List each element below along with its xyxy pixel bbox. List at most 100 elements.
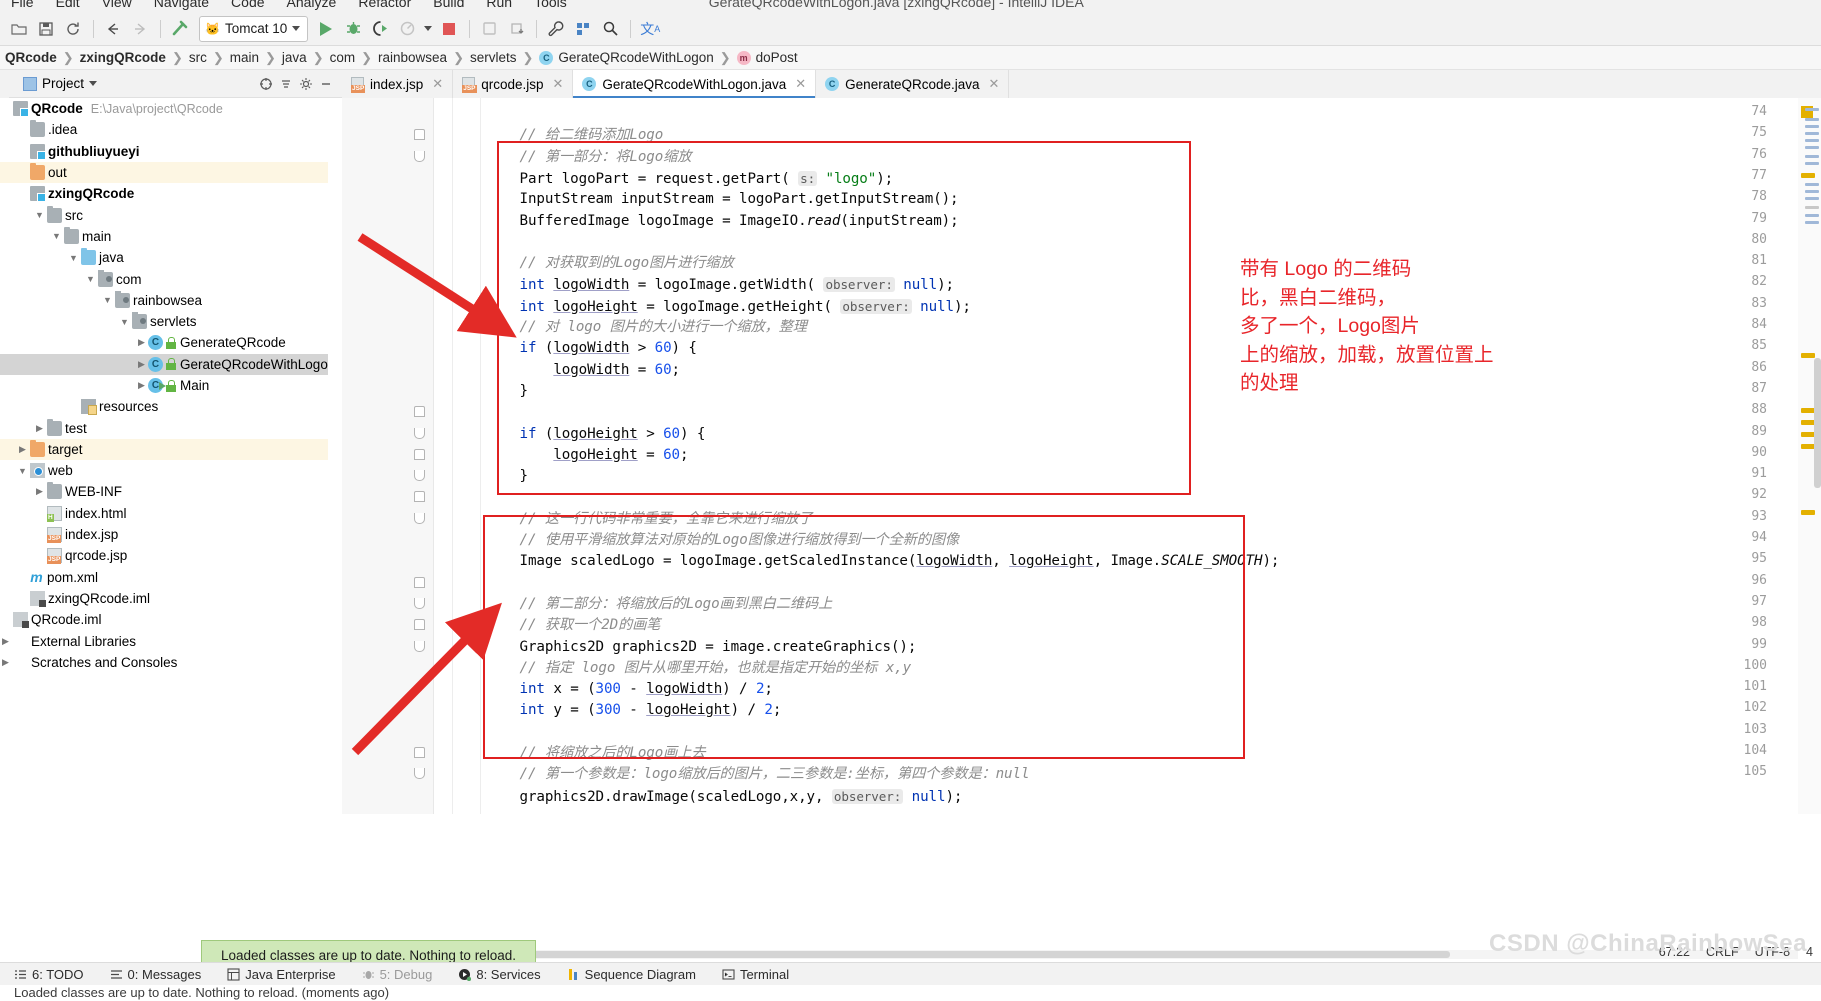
code-fold-marker[interactable]: [414, 598, 425, 609]
tree-node-zxingqrcode[interactable]: zxingQRcode: [0, 183, 328, 204]
menu-item-file[interactable]: File: [0, 0, 45, 10]
arrow-left-icon[interactable]: [100, 16, 126, 42]
code-line[interactable]: }: [452, 466, 528, 487]
folder-open-icon[interactable]: [6, 16, 32, 42]
tree-node-web[interactable]: ▼web: [0, 460, 328, 481]
tree-node-com[interactable]: ▼com: [0, 268, 328, 289]
chevron-down-icon[interactable]: ▼: [67, 253, 80, 263]
run-with-coverage-icon[interactable]: [367, 16, 393, 42]
breadcrumb-item-src[interactable]: src: [184, 50, 212, 65]
menu-item-code[interactable]: Code: [220, 0, 275, 10]
menu-item-view[interactable]: View: [91, 0, 143, 10]
warning-marker[interactable]: [1801, 173, 1815, 178]
hammer-icon[interactable]: [167, 16, 193, 42]
run-configuration-selector[interactable]: 🐱 Tomcat 10: [199, 16, 308, 42]
tree-node-out[interactable]: out: [0, 162, 328, 183]
close-icon[interactable]: ✕: [795, 76, 806, 92]
tab-generateqrcode-java[interactable]: C GenerateQRcode.java ✕: [816, 70, 1009, 98]
code-line[interactable]: if (logoWidth > 60) {: [452, 338, 697, 359]
breadcrumb-item-zxingqrcode[interactable]: zxingQRcode: [75, 50, 171, 65]
tab-qrcode-jsp[interactable]: JSP qrcode.jsp ✕: [453, 70, 573, 98]
code-line[interactable]: BufferedImage logoImage = ImageIO.read(i…: [452, 211, 959, 232]
breadcrumb-item-servlets[interactable]: servlets: [465, 50, 522, 65]
menu-item-navigate[interactable]: Navigate: [143, 0, 220, 10]
code-fold-marker[interactable]: [414, 151, 425, 162]
tree-node-external-libraries[interactable]: ▶External Libraries: [0, 630, 328, 651]
breadcrumb-item-qrcode[interactable]: QRcode: [0, 50, 62, 65]
minimize-icon[interactable]: [316, 74, 336, 94]
code-line[interactable]: Image scaledLogo = logoImage.getScaledIn…: [452, 551, 1279, 572]
status-item-messages[interactable]: 0: Messages: [110, 967, 202, 982]
profiler-dropdown-icon[interactable]: [421, 16, 435, 42]
code-line[interactable]: // 第一个参数是：logo缩放后的图片，二三参数是:坐标，第四个参数是：nul…: [452, 764, 1029, 785]
code-fold-marker[interactable]: [414, 129, 425, 140]
breadcrumb-item-method[interactable]: m doPost: [732, 50, 803, 65]
editor-scrollbar-thumb[interactable]: [1814, 358, 1821, 488]
chevron-down-icon[interactable]: ▼: [118, 317, 131, 327]
code-line[interactable]: // 对获取到的Logo图片进行缩放: [452, 253, 734, 274]
status-item-services[interactable]: 8: Services: [458, 967, 540, 982]
code-line[interactable]: Part logoPart = request.getPart( s: "log…: [452, 168, 893, 190]
code-line[interactable]: Graphics2D graphics2D = image.createGrap…: [452, 637, 916, 658]
tree-node-githubliuyueyi[interactable]: githubliuyueyi: [0, 141, 328, 162]
code-fold-marker[interactable]: [414, 513, 425, 524]
run-play-icon[interactable]: [313, 16, 339, 42]
chevron-right-icon[interactable]: ▶: [33, 486, 46, 497]
code-line[interactable]: // 使用平滑缩放算法对原始的Logo图像进行缩放得到一个全新的图像: [452, 530, 959, 551]
chevron-down-icon[interactable]: ▼: [84, 274, 97, 284]
code-line[interactable]: // 获取一个2D的画笔: [452, 615, 660, 636]
chevron-down-icon[interactable]: [292, 26, 300, 31]
project-tree[interactable]: QRcodeE:\Java\project\QRcode.ideagithubl…: [0, 98, 328, 814]
menu-item-analyze[interactable]: Analyze: [276, 0, 348, 10]
tree-node-qrcode[interactable]: QRcodeE:\Java\project\QRcode: [0, 98, 328, 119]
code-line[interactable]: // 第二部分：将缩放后的Logo画到黑白二维码上: [452, 594, 832, 615]
tree-node--idea[interactable]: .idea: [0, 119, 328, 140]
debug-bug-icon[interactable]: [340, 16, 366, 42]
project-panel-title[interactable]: Project: [23, 76, 97, 91]
code-line[interactable]: // 第一部分：将Logo缩放: [452, 147, 691, 168]
code-line[interactable]: int x = (300 - logoWidth) / 2;: [452, 679, 773, 700]
close-icon[interactable]: ✕: [989, 76, 1000, 92]
chevron-right-icon[interactable]: ▶: [33, 423, 46, 434]
code-line[interactable]: logoWidth = 60;: [452, 360, 680, 381]
tree-node-java[interactable]: ▼java: [0, 247, 328, 268]
warning-marker[interactable]: [1801, 408, 1815, 413]
code-fold-marker[interactable]: [414, 449, 425, 460]
breadcrumb-item-main[interactable]: main: [225, 50, 264, 65]
menu-item-refactor[interactable]: Refactor: [347, 0, 422, 10]
tree-node-resources[interactable]: resources: [0, 396, 328, 417]
close-icon[interactable]: ✕: [432, 76, 443, 92]
tab-index-jsp[interactable]: JSP index.jsp ✕: [342, 70, 453, 98]
close-icon[interactable]: ✕: [553, 76, 564, 92]
tree-node-scratches-and-consoles[interactable]: ▶Scratches and Consoles: [0, 652, 328, 673]
menu-item-run[interactable]: Run: [475, 0, 523, 10]
status-item-debug[interactable]: 5: Debug: [362, 967, 433, 982]
chevron-right-icon[interactable]: ▶: [0, 636, 12, 647]
structure-icon[interactable]: [570, 16, 596, 42]
tree-node-main[interactable]: ▼main: [0, 226, 328, 247]
chevron-right-icon[interactable]: ▶: [0, 657, 12, 668]
menu-item-build[interactable]: Build: [422, 0, 475, 10]
warning-marker[interactable]: [1801, 432, 1815, 437]
code-fold-marker[interactable]: [414, 470, 425, 481]
tab-gerateqrcodewithlogon-java[interactable]: C GerateQRcodeWithLogon.java ✕: [573, 70, 816, 98]
breadcrumb-item-com[interactable]: com: [325, 50, 361, 65]
tree-node-qrcode-iml[interactable]: QRcode.iml: [0, 609, 328, 630]
breadcrumb-item-java[interactable]: java: [277, 50, 312, 65]
warning-marker[interactable]: [1801, 353, 1815, 358]
tree-node-gerateqrcodewithlogon[interactable]: ▶CGerateQRcodeWithLogon: [0, 354, 328, 375]
breadcrumb-item-rainbowsea[interactable]: rainbowsea: [373, 50, 452, 65]
code-fold-marker[interactable]: [414, 428, 425, 439]
code-fold-marker[interactable]: [414, 619, 425, 630]
code-fold-marker[interactable]: [414, 641, 425, 652]
status-item-terminal[interactable]: Terminal: [722, 967, 789, 982]
gear-icon[interactable]: [296, 74, 316, 94]
tree-node-qrcode-jsp[interactable]: JSPqrcode.jsp: [0, 545, 328, 566]
tree-node-target[interactable]: ▶target: [0, 439, 328, 460]
code-line[interactable]: // 对 logo 图片的大小进行一个缩放，整理: [452, 317, 807, 338]
tree-node-pom-xml[interactable]: mpom.xml: [0, 567, 328, 588]
code-line[interactable]: }: [452, 381, 528, 402]
code-fold-marker[interactable]: [414, 406, 425, 417]
chevron-down-icon[interactable]: ▼: [101, 295, 114, 305]
chevron-down-icon[interactable]: [89, 81, 97, 86]
